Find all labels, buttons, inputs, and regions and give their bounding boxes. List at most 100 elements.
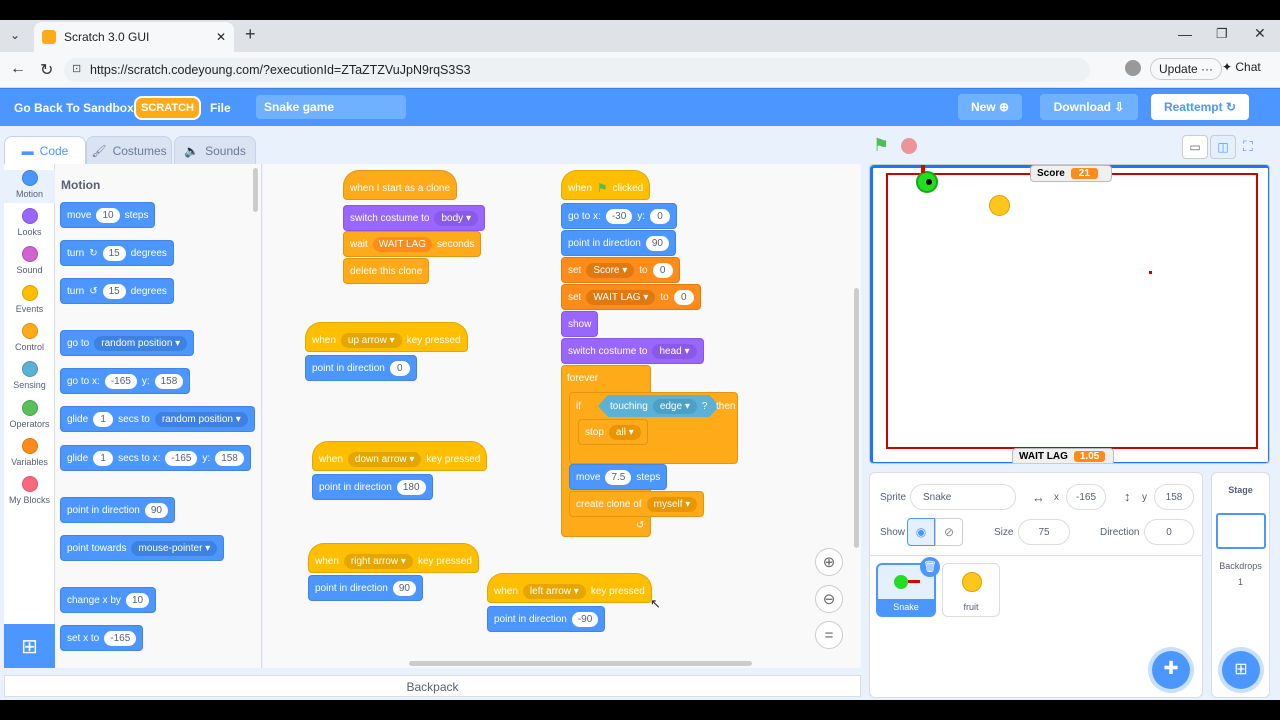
block-dropdown[interactable]: myself bbox=[646, 496, 698, 512]
update-button[interactable]: Update ··· bbox=[1150, 58, 1223, 80]
block-input[interactable]: -90 bbox=[571, 611, 599, 627]
block-dropdown[interactable]: head bbox=[652, 343, 697, 359]
category-my-blocks[interactable]: My Blocks bbox=[4, 476, 55, 505]
restore-icon[interactable]: ❐ bbox=[1216, 26, 1228, 42]
block-input[interactable]: 180 bbox=[396, 479, 426, 495]
category-variables[interactable]: Variables bbox=[4, 438, 55, 467]
show-hidden-button[interactable]: ⊘ bbox=[935, 518, 963, 546]
turn-right-block[interactable]: turn ↻ 15 degrees bbox=[60, 240, 174, 266]
block-input[interactable]: 90 bbox=[645, 235, 669, 251]
block-dropdown[interactable]: WAIT LAG bbox=[586, 289, 656, 305]
when-start-clone-hat[interactable]: when I start as a clone bbox=[343, 170, 458, 200]
tab-code[interactable]: ▬ Code bbox=[4, 136, 86, 164]
move-steps-block[interactable]: move 7.5 steps bbox=[569, 464, 668, 490]
delete-sprite-icon[interactable]: 🗑 bbox=[920, 557, 940, 577]
score-monitor[interactable]: Score 21 bbox=[1030, 165, 1112, 182]
choose-backdrop-button[interactable]: ⊞ bbox=[1222, 651, 1260, 689]
y-input[interactable]: 158 bbox=[1154, 484, 1194, 510]
tab-costumes[interactable]: 🖌 Costumes bbox=[86, 136, 172, 164]
green-flag-icon[interactable]: ⚑ bbox=[873, 135, 889, 156]
go-to-xy-block[interactable]: go to x: -30 y: 0 bbox=[561, 203, 678, 229]
block-dropdown[interactable]: left arrow bbox=[522, 583, 586, 599]
category-events[interactable]: Events bbox=[4, 285, 55, 314]
backpack-panel[interactable]: Backpack bbox=[4, 675, 861, 697]
point-direction-block[interactable]: point in direction -90 bbox=[487, 606, 606, 632]
when-down-key-hat[interactable]: when down arrow key pressed bbox=[312, 441, 488, 471]
block-dropdown[interactable]: right arrow bbox=[343, 553, 413, 569]
block-dropdown[interactable]: random position bbox=[154, 411, 248, 427]
block-input[interactable]: -30 bbox=[605, 208, 633, 224]
block-input[interactable]: 10 bbox=[96, 207, 120, 223]
when-up-key-hat[interactable]: when up arrow key pressed bbox=[305, 322, 468, 352]
when-right-key-hat[interactable]: when right arrow key pressed bbox=[308, 543, 479, 573]
block-dropdown[interactable]: down arrow bbox=[347, 451, 422, 467]
block-input[interactable]: -165 bbox=[165, 450, 198, 466]
block-dropdown[interactable]: edge bbox=[653, 399, 697, 414]
block-dropdown[interactable]: random position bbox=[94, 335, 188, 351]
block-input[interactable]: 15 bbox=[102, 283, 126, 299]
turn-left-block[interactable]: turn ↺ 15 degrees bbox=[60, 278, 174, 304]
workspace-h-scrollbar[interactable] bbox=[409, 661, 752, 666]
zoom-out-button[interactable]: ⊖ bbox=[815, 585, 843, 613]
show-visible-button[interactable]: ◉ bbox=[907, 518, 935, 546]
wait-block[interactable]: wait WAIT LAG seconds bbox=[343, 231, 482, 257]
block-dropdown[interactable]: body bbox=[434, 210, 478, 226]
block-input[interactable]: 0 bbox=[389, 360, 410, 376]
fruit-sprite[interactable] bbox=[989, 195, 1010, 216]
close-tab-icon[interactable]: ✕ bbox=[216, 30, 226, 44]
go-to-xy-block[interactable]: go to x: -165 y: 158 bbox=[60, 368, 191, 394]
when-flag-clicked-hat[interactable]: when ⚑ clicked bbox=[561, 170, 651, 200]
delete-clone-block[interactable]: delete this clone bbox=[343, 258, 430, 284]
close-window-icon[interactable]: ✕ bbox=[1254, 25, 1266, 42]
tab-sounds[interactable]: 🔈 Sounds bbox=[174, 136, 256, 164]
site-info-icon[interactable]: ⊡ bbox=[72, 62, 81, 75]
block-input[interactable]: 1 bbox=[93, 411, 114, 427]
set-x-block[interactable]: set x to -165 bbox=[60, 625, 144, 651]
url-input[interactable]: ⊡ https://scratch.codeyoung.com/?executi… bbox=[64, 58, 1090, 82]
snake-head-sprite[interactable] bbox=[916, 171, 938, 193]
reattempt-button[interactable]: Reattempt ↻ bbox=[1151, 94, 1249, 120]
touching-edge-condition[interactable]: touching edge? bbox=[598, 395, 719, 417]
project-title-input[interactable]: Snake game bbox=[256, 95, 406, 119]
category-sound[interactable]: Sound bbox=[4, 246, 55, 275]
switch-costume-block[interactable]: switch costume to head bbox=[561, 338, 704, 364]
point-direction-block[interactable]: point in direction 90 bbox=[60, 497, 175, 523]
block-input[interactable]: -165 bbox=[104, 630, 137, 646]
point-direction-block[interactable]: point in direction 90 bbox=[561, 230, 676, 256]
go-to-block[interactable]: go to random position bbox=[60, 330, 195, 356]
stage-thumbnail[interactable] bbox=[1216, 513, 1266, 549]
switch-costume-block[interactable]: switch costume to body bbox=[343, 205, 485, 231]
point-towards-block[interactable]: point towards mouse-pointer bbox=[60, 535, 225, 561]
workspace-v-scrollbar[interactable] bbox=[854, 288, 859, 548]
small-stage-icon[interactable]: ▭ bbox=[1182, 135, 1208, 159]
category-motion[interactable]: Motion bbox=[4, 170, 55, 203]
stop-sign-icon[interactable] bbox=[901, 138, 917, 154]
choose-sprite-button[interactable]: ✚ bbox=[1152, 651, 1190, 689]
block-input[interactable]: 158 bbox=[215, 450, 244, 466]
back-icon[interactable]: ← bbox=[10, 60, 26, 78]
block-input[interactable]: 90 bbox=[144, 502, 168, 518]
point-direction-block[interactable]: point in direction 90 bbox=[308, 575, 423, 601]
set-wait-lag-block[interactable]: set WAIT LAG to 0 bbox=[561, 284, 701, 310]
code-workspace[interactable]: when I start as a clone switch costume t… bbox=[263, 164, 861, 668]
glide-random-block[interactable]: glide 1 secs to random position bbox=[60, 406, 255, 432]
x-input[interactable]: -165 bbox=[1066, 484, 1106, 510]
new-button[interactable]: New ⊕ bbox=[958, 94, 1022, 120]
large-stage-icon[interactable]: ◫ bbox=[1210, 135, 1236, 159]
block-dropdown[interactable]: up arrow bbox=[340, 332, 402, 348]
zoom-reset-button[interactable]: = bbox=[815, 621, 843, 649]
browser-tab[interactable]: Scratch 3.0 GUI ✕ bbox=[34, 22, 234, 52]
category-sensing[interactable]: Sensing bbox=[4, 361, 55, 390]
download-button[interactable]: Download ⇩ bbox=[1040, 94, 1138, 120]
block-input[interactable]: 90 bbox=[392, 580, 416, 596]
category-operators[interactable]: Operators bbox=[4, 400, 55, 429]
stop-block[interactable]: stop all bbox=[578, 419, 648, 445]
block-input[interactable]: 0 bbox=[652, 262, 673, 278]
file-menu[interactable]: File bbox=[210, 101, 231, 115]
block-input[interactable]: 0 bbox=[650, 208, 671, 224]
create-clone-block[interactable]: create clone of myself bbox=[569, 491, 705, 517]
add-extension-button[interactable]: ⊞ bbox=[4, 624, 55, 668]
tab-list-icon[interactable]: ⌄ bbox=[10, 28, 20, 42]
variable-reporter[interactable]: WAIT LAG bbox=[372, 236, 433, 252]
new-tab-icon[interactable]: + bbox=[245, 24, 256, 45]
